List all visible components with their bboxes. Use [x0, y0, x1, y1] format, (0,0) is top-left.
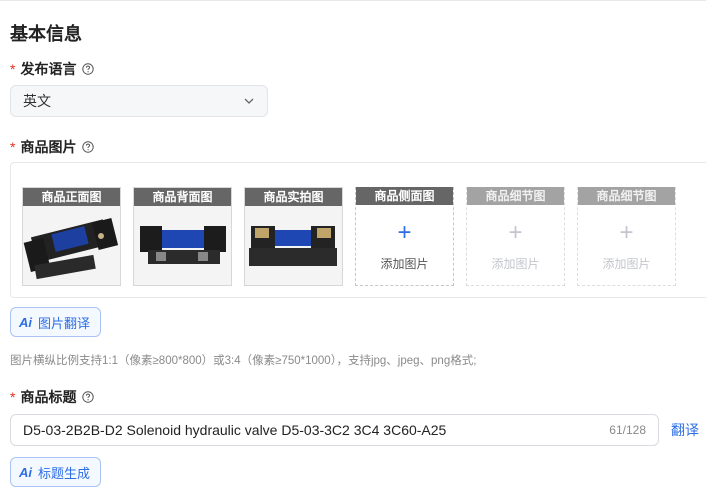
question-circle-icon[interactable]: [82, 63, 95, 75]
ai-icon: Ai: [19, 314, 32, 330]
hydraulic-valve-back-photo: [134, 206, 231, 285]
top-divider: [0, 0, 706, 1]
image-slot-front[interactable]: 商品正面图: [22, 187, 121, 286]
plus-icon: +: [508, 219, 523, 246]
add-image-label: 添加图片: [602, 257, 651, 271]
images-label-text: 商品图片: [20, 139, 77, 155]
chevron-down-icon: [244, 98, 254, 104]
required-mark: *: [10, 61, 16, 77]
char-counter: 61/128: [609, 423, 646, 437]
image-slot-caption: 商品实拍图: [245, 188, 342, 206]
title-generate-label: 标题生成: [38, 465, 91, 481]
section-title: 基本信息: [10, 24, 82, 44]
plus-icon: +: [397, 219, 412, 246]
add-image-label: 添加图片: [380, 257, 429, 271]
image-slot-caption: 商品细节图: [578, 187, 675, 205]
image-translate-button[interactable]: Ai 图片翻译: [10, 307, 102, 337]
image-slot-caption: 商品侧面图: [356, 187, 453, 205]
image-slot-detail-1: 商品细节图 + 添加图片: [466, 187, 565, 286]
image-slot-back[interactable]: 商品背面图: [133, 187, 232, 286]
required-mark: *: [10, 389, 16, 405]
language-label-text: 发布语言: [20, 61, 77, 77]
question-circle-icon[interactable]: [82, 391, 95, 403]
language-label: * 发布语言: [10, 59, 95, 79]
title-label: * 商品标题: [10, 387, 95, 407]
image-slot-caption: 商品背面图: [134, 188, 231, 206]
image-slot-real[interactable]: 商品实拍图: [244, 187, 343, 286]
language-select-value: 英文: [23, 93, 51, 109]
image-slot-caption: 商品细节图: [467, 187, 564, 205]
hydraulic-valve-real-photo: [245, 206, 342, 285]
product-title-value: D5-03-2B2B-D2 Solenoid hydraulic valve D…: [23, 422, 447, 438]
hydraulic-valve-front-photo: [23, 206, 120, 285]
image-translate-label: 图片翻译: [38, 315, 91, 331]
language-select[interactable]: 英文: [10, 85, 268, 117]
image-format-hint: 图片横纵比例支持1:1（像素≥800*800）或3:4（像素≥750*1000）…: [10, 355, 477, 367]
image-slot-side[interactable]: 商品侧面图 + 添加图片: [355, 187, 454, 286]
translate-title-link[interactable]: 翻译: [671, 420, 699, 440]
image-slot-caption: 商品正面图: [23, 188, 120, 206]
question-circle-icon[interactable]: [82, 141, 95, 153]
title-label-text: 商品标题: [20, 389, 77, 405]
images-label: * 商品图片: [10, 137, 95, 157]
image-slot-detail-2: 商品细节图 + 添加图片: [577, 187, 676, 286]
ai-icon: Ai: [19, 464, 32, 480]
plus-icon: +: [619, 219, 634, 246]
product-title-input[interactable]: D5-03-2B2B-D2 Solenoid hydraulic valve D…: [10, 414, 659, 446]
required-mark: *: [10, 139, 16, 155]
title-generate-button[interactable]: Ai 标题生成: [10, 457, 102, 487]
add-image-label: 添加图片: [491, 257, 540, 271]
